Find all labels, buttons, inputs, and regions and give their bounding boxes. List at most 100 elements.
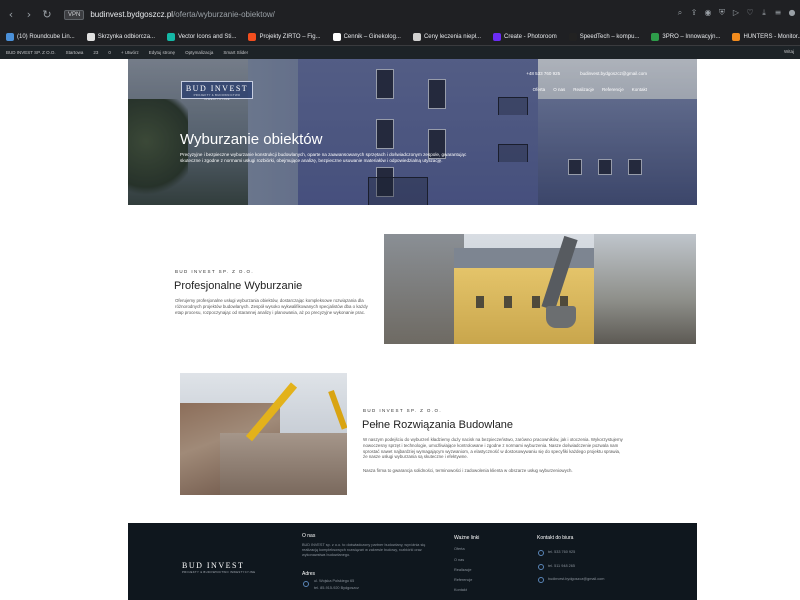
bookmark-item[interactable]: Ceny leczenia niepł... [412, 33, 481, 41]
footer-logo[interactable]: BUD INVEST [182, 561, 244, 570]
photo-house-window [504, 296, 512, 308]
section2-demolition-photo [180, 373, 347, 495]
bookmark-item[interactable]: HUNTERS - Monitor... [732, 33, 800, 41]
bookmark-favicon-icon [568, 33, 577, 41]
photo-rubble [220, 433, 347, 495]
section2-kicker: BUD INVEST SP. Z O.O. [363, 408, 442, 413]
camera-icon[interactable]: ◉ [704, 8, 712, 18]
main-nav: Oferta O nas Realizacje Referencje Konta… [533, 87, 647, 92]
footer-contact-email[interactable]: budinvest.bydgoszcz@gmail.com [548, 577, 604, 582]
back-arrow-icon[interactable]: ‹ [4, 8, 18, 22]
toolbar-icons: ⌕ ⇪ ◉ ⛨ ▷ ♡ ⤓ ≡ ● [676, 8, 796, 18]
bookmark-item[interactable]: (10) Roundcube Lin... [6, 33, 75, 41]
share-icon[interactable]: ⇪ [690, 8, 698, 18]
nav-item-referencje[interactable]: Referencje [602, 87, 624, 92]
hero-description: Precyzyjne i bezpieczne wyburzanie konst… [180, 152, 467, 164]
bookmark-label: Cennik – Ginekolog... [343, 34, 401, 40]
footer-about-text: BUD INVEST sp. z o.o. to doświadczony pa… [302, 543, 426, 557]
url-domain: budinvest.bydgoszcz.pl [90, 10, 174, 19]
wp-admin-item[interactable]: + Utwórz [121, 50, 139, 55]
reload-icon[interactable]: ↻ [40, 8, 54, 22]
wp-admin-item[interactable]: Edytuj stronę [149, 50, 175, 55]
wp-admin-item[interactable]: 23 [93, 50, 98, 55]
section1-kicker: BUD INVEST SP. Z O.O. [175, 269, 254, 274]
nav-item-o-nas[interactable]: O nas [553, 87, 565, 92]
bookmark-label: (10) Roundcube Lin... [17, 34, 75, 40]
bookmark-item[interactable]: Skrzynka odbiorcza... [86, 33, 156, 41]
section2-text: W naszym podejściu do wyburzeń kładziemy… [363, 437, 623, 460]
footer-links-heading: Ważne linki [454, 535, 480, 541]
bookmark-favicon-icon [248, 33, 257, 41]
bookmark-item[interactable]: Cennik – Ginekolog... [332, 33, 401, 41]
menu-icon[interactable]: ≡ [774, 8, 782, 18]
footer-address-line2: tel. 85-915-920 Bydgoszcz [314, 586, 359, 590]
location-icon [303, 581, 309, 587]
bookmark-label: Skrzynka odbiorcza... [97, 34, 156, 40]
bookmark-favicon-icon [6, 33, 14, 41]
footer-contact-heading: Kontakt do biura [537, 535, 574, 541]
email-icon [538, 577, 544, 583]
wp-admin-bar: BUD INVEST SP. Z O.O. Startowa 23 0 + Utwórz… [0, 46, 800, 59]
section2-text-closing: Nasza firma to gwarancja solidności, ter… [363, 468, 573, 473]
phone-icon [538, 550, 544, 556]
footer-contact-phone1[interactable]: tel. 533 760 925 [548, 550, 575, 555]
bookmark-label: Create - Photoroom [504, 34, 557, 40]
photo-roof [454, 248, 604, 268]
nav-item-oferta[interactable]: Oferta [533, 87, 546, 92]
search-icon[interactable]: ⌕ [676, 8, 684, 18]
bookmark-favicon-icon [493, 33, 501, 41]
phone-icon [538, 564, 544, 570]
photo-trees [594, 234, 696, 344]
header-email[interactable]: budinvest.bydgoszcz@gmail.com [580, 71, 647, 76]
wp-admin-greeting[interactable]: Witaj [784, 49, 794, 54]
photo-yellow-excavator-arm [328, 389, 347, 430]
photo-house-window [532, 296, 540, 308]
bookmarks-bar: (10) Roundcube Lin... Skrzynka odbiorcza.… [0, 29, 800, 46]
footer-link-realizacje[interactable]: Realizacje [454, 568, 472, 573]
wp-admin-item[interactable]: Optymalizacja [185, 50, 213, 55]
section1-title: Profesjonalne Wyburzanie [174, 280, 303, 292]
bookmark-item[interactable]: Vector Icons and Sti... [167, 33, 236, 41]
address-bar[interactable]: budinvest.bydgoszcz.pl/oferta/wyburzanie… [90, 10, 275, 19]
photo-house-window [476, 296, 484, 308]
footer-link-kontakt[interactable]: Kontakt [454, 588, 467, 593]
logo-text: BUD INVEST [185, 84, 249, 93]
header-contact: +48 533 760 925 budinvest.bydgoszcz@gmai… [526, 71, 647, 76]
page-content: BUD INVEST PROJEKTY & BUDOWNICTWO INWEST… [0, 59, 800, 600]
wp-admin-item[interactable]: Smart Slider [223, 50, 248, 55]
nav-item-realizacje[interactable]: Realizacje [573, 87, 594, 92]
wp-admin-item[interactable]: BUD INVEST SP. Z O.O. [6, 50, 56, 55]
site-logo[interactable]: BUD INVEST PROJEKTY & BUDOWNICTWO INWEST… [181, 81, 253, 101]
bookmark-favicon-icon [332, 33, 341, 41]
nav-item-kontakt[interactable]: Kontakt [632, 87, 647, 92]
bookmark-favicon-icon [412, 33, 421, 41]
bookmark-item[interactable]: Create - Photoroom [493, 33, 557, 41]
forward-arrow-icon[interactable]: › [22, 8, 36, 22]
bookmark-item[interactable]: Projekty ZIRTO – Fig... [248, 33, 321, 41]
download-icon[interactable]: ⤓ [760, 8, 768, 18]
vpn-badge[interactable]: VPN [64, 9, 85, 20]
bookmark-label: SpeedTech – kompu... [579, 34, 640, 40]
footer-link-referencje[interactable]: Referencje [454, 578, 472, 583]
bookmark-item[interactable]: 3PRO – Innowacyjn... [651, 33, 720, 41]
bookmark-favicon-icon [651, 33, 660, 41]
shield-icon[interactable]: ⛨ [718, 8, 726, 18]
footer-link-oferta[interactable]: Oferta [454, 547, 465, 552]
wp-admin-item[interactable]: 0 [108, 50, 111, 55]
wp-admin-item[interactable]: Startowa [66, 50, 84, 55]
bookmark-favicon-icon [732, 33, 741, 41]
bookmark-item[interactable]: SpeedTech – kompu... [568, 33, 640, 41]
section2-title: Pełne Rozwiązania Budowlane [362, 419, 514, 431]
url-path: /oferta/wyburzanie-obiektow/ [173, 10, 275, 19]
footer-address-line1: ul. Wojska Polskiego 65 [314, 579, 355, 583]
bookmark-label: Vector Icons and Sti... [178, 34, 237, 40]
header-phone[interactable]: +48 533 760 925 [526, 71, 560, 76]
photo-excavator-bucket [546, 306, 576, 328]
bookmark-label: HUNTERS - Monitor... [743, 34, 800, 40]
heart-icon[interactable]: ♡ [746, 8, 754, 18]
play-icon[interactable]: ▷ [732, 8, 740, 18]
footer-link-o-nas[interactable]: O nas [454, 558, 464, 563]
browser-toolbar: ‹ › ↻ VPN budinvest.bydgoszcz.pl/oferta/… [0, 0, 800, 29]
profile-icon[interactable]: ● [788, 8, 796, 18]
footer-contact-phone2[interactable]: tel. 511 948 265 [548, 564, 575, 569]
